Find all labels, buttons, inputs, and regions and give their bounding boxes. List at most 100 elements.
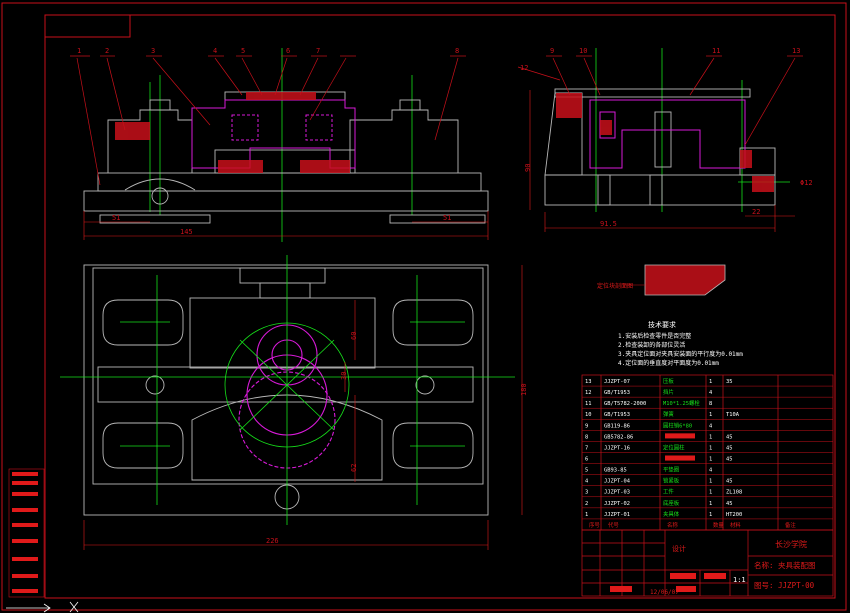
bom-cell-code: GB/T1953 (604, 412, 630, 418)
bom-cell-material: 45 (726, 501, 733, 507)
bom-cell-no: 7 (585, 445, 588, 451)
bom-header-qty: 数量 (713, 521, 724, 529)
bom-cell-code: GB119-86 (604, 423, 630, 429)
tech-requirement-4: 4.定位面的垂直度对平面度为0.01mm (618, 359, 719, 367)
bom-header-note: 备注 (785, 521, 796, 529)
bom-cell-material: 45 (726, 445, 733, 451)
bom-cell-code: JJZPT-01 (604, 512, 630, 518)
bom-cell-qty: 4 (709, 390, 712, 396)
tech-requirements: 技术要求 1.安装后检查零件是否完整 2.检查装卸的各部位灵活 3.夹具定位面对… (618, 320, 743, 367)
bom-cell-no: 13 (585, 379, 592, 385)
bom-cell-no: 4 (585, 479, 588, 485)
bom-cell-no: 3 (585, 490, 588, 496)
balloon-12: 12 (520, 64, 528, 72)
section-detail: 定位块剖面图 (597, 264, 726, 296)
bom-cell-qty: 1 (709, 412, 712, 418)
bom-cell-name: 夹具体 (663, 510, 680, 518)
dim-side-height: 90 (524, 164, 532, 172)
bom-cell-no: 9 (585, 423, 588, 429)
balloon-5: 5 (241, 47, 245, 55)
bom-cell-name: 底座板 (663, 499, 680, 507)
bom-table: 13 JJZPT-07 压板 1 3512 GB/T1953 挡片 411 GB/T5782-2… (581, 374, 834, 531)
dim-front-total: 145 (180, 228, 193, 236)
bom-header-material: 材料 (730, 521, 741, 529)
left-revision-strip (8, 468, 45, 598)
side-view: 9 10 11 12 13 90 91.5 22 Φ12 (517, 47, 813, 232)
bom-cell-qty: 1 (709, 479, 712, 485)
dim-side-width: 91.5 (600, 220, 617, 228)
bom-cell-code: GB/T1953 (604, 390, 630, 396)
bom-cell-no: 12 (585, 390, 592, 396)
tech-requirement-2: 2.检查装卸的各部位灵活 (618, 341, 685, 349)
front-view: 1 2 3 4 5 6 7 8 51 145 51 (70, 47, 489, 242)
bom-cell-no: 10 (585, 412, 592, 418)
bom-cell-material: 45 (726, 479, 733, 485)
bom-cell-qty: 4 (709, 423, 712, 429)
bom-cell-name: 圆柱销6*80 (663, 421, 692, 429)
balloon-9: 9 (550, 47, 554, 55)
bom-cell-material: ZL108 (726, 490, 742, 496)
dim-front-right: 51 (443, 214, 451, 222)
bom-cell-no: 11 (585, 401, 592, 407)
balloon-3: 3 (151, 47, 155, 55)
bom-cell-code: GB5782-86 (604, 434, 633, 440)
bom-cell-no: 1 (585, 512, 588, 518)
bom-header-name: 名称 (667, 521, 678, 529)
bom-cell-name: 弹簧 (663, 410, 674, 418)
bom-cell-qty: 1 (709, 490, 712, 496)
bom-cell-code: GB93-85 (604, 468, 627, 474)
bom-cell-redacted (665, 455, 695, 461)
bom-header-no: 序号 (589, 521, 600, 529)
title-block: 长沙学院 设计 名称: 夹具装配图 图号: JJZPT-00 1:1 12/06… (581, 529, 834, 597)
dim-side-hole: Φ12 (800, 179, 813, 187)
bom-cell-code: JJZPT-07 (604, 379, 630, 385)
balloon-4: 4 (213, 47, 217, 55)
bom-cell-material: 35 (726, 379, 733, 385)
bom-cell-code: JJZPT-03 (604, 490, 630, 496)
bom-cell-qty: 4 (709, 468, 712, 474)
dim-front-left: 51 (112, 214, 120, 222)
balloon-2: 2 (105, 47, 109, 55)
balloon-1: 1 (77, 47, 81, 55)
dim-side-right: 22 (752, 208, 760, 216)
dim-plan-height: 180 (520, 383, 528, 396)
dim-plan-width: 226 (266, 537, 279, 545)
bom-cell-no: 2 (585, 501, 588, 507)
bom-cell-name: 挡片 (663, 388, 674, 396)
designer-label: 设计 (672, 544, 686, 553)
bom-cell-redacted (665, 433, 695, 439)
bom-cell-code: GB/T5782-2000 (604, 401, 646, 407)
bom-cell-qty: 1 (709, 501, 712, 507)
bom-cell-name: 锁紧板 (663, 477, 680, 485)
bom-cell-name: M10*1.25螺栓 (663, 399, 700, 407)
bom-header-code: 代号 (608, 521, 619, 529)
bom-cell-code: JJZPT-04 (604, 479, 630, 485)
dim-plan-d3: 62 (350, 464, 358, 472)
bom-cell-no: 6 (585, 456, 588, 462)
bom-cell-material: HT200 (726, 512, 742, 518)
balloon-11: 11 (712, 47, 720, 55)
bom-cell-name: 压板 (663, 377, 674, 385)
plan-view: 226 180 60 30 62 (60, 255, 528, 550)
bom-cell-material: 45 (726, 456, 733, 462)
school-name: 长沙学院 (775, 539, 807, 549)
drawing-date: 12/06/07 (650, 589, 679, 596)
tech-requirements-title: 技术要求 (648, 320, 676, 329)
bom-cell-name: 平垫圈 (663, 466, 679, 474)
bom-cell-code: JJZPT-16 (604, 445, 630, 451)
drawing-number: 图号: JJZPT-00 (754, 581, 815, 590)
bom-cell-qty: 1 (709, 512, 712, 518)
dim-plan-d1: 60 (350, 332, 358, 340)
section-label: 定位块剖面图 (597, 282, 633, 290)
balloon-8: 8 (455, 47, 459, 55)
cad-drawing-canvas: 1 2 3 4 5 6 7 8 51 145 51 9 10 11 12 13 … (1, 2, 847, 613)
bom-cell-qty: 1 (709, 456, 712, 462)
bom-cell-qty: 1 (709, 434, 712, 440)
scale-value: 1:1 (733, 576, 746, 584)
balloon-10: 10 (579, 47, 587, 55)
tech-requirement-1: 1.安装后检查零件是否完整 (618, 332, 691, 340)
dim-plan-d2: 30 (340, 372, 348, 380)
bom-cell-qty: 8 (709, 401, 712, 407)
bom-cell-no: 5 (585, 468, 588, 474)
bom-cell-code: JJZPT-02 (604, 501, 630, 507)
